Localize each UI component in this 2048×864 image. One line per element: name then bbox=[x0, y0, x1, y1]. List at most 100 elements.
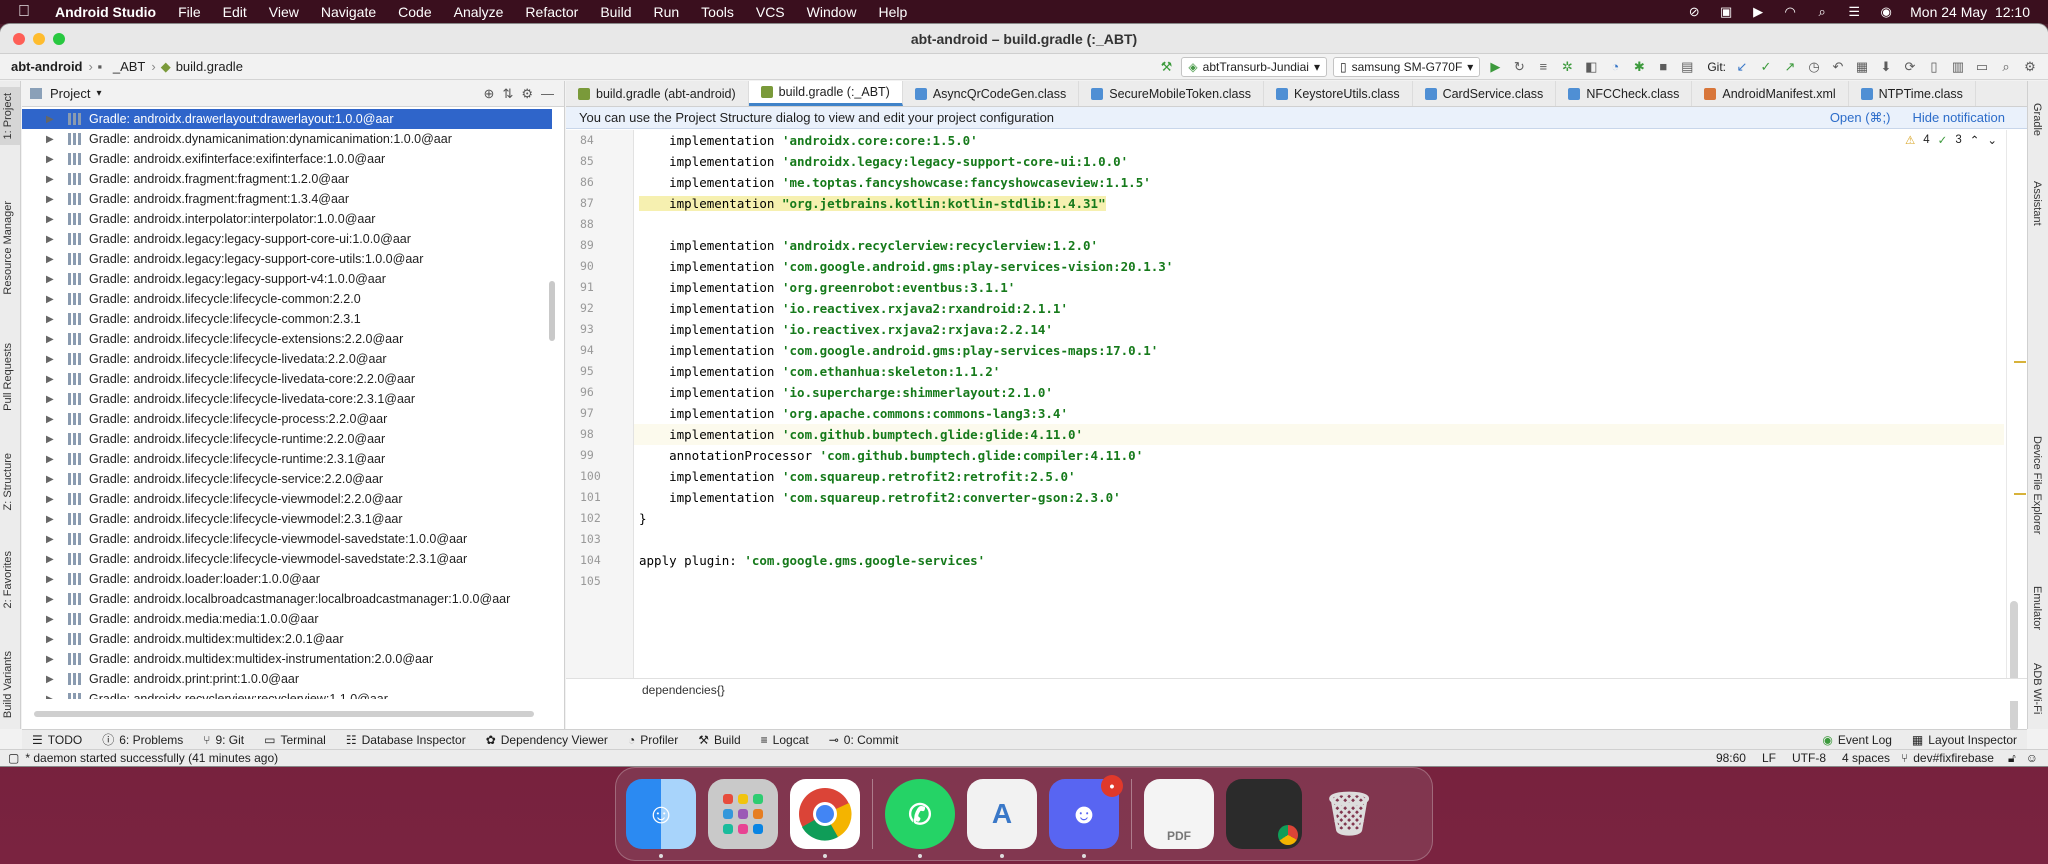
code-line[interactable]: } bbox=[634, 508, 2004, 529]
code-line[interactable]: implementation 'com.squareup.retrofit2:r… bbox=[634, 466, 2004, 487]
inspection-widget[interactable]: ⚠ 4 ✓ 3 ⌃ ⌄ bbox=[1905, 133, 1997, 147]
siri-icon[interactable]: ◉ bbox=[1878, 5, 1894, 19]
tree-item[interactable]: ▶ Gradle: androidx.legacy:legacy-support-… bbox=[22, 229, 552, 249]
apply-changes-icon[interactable]: ≡ bbox=[1534, 58, 1552, 76]
chevron-right-icon[interactable]: ▶ bbox=[46, 474, 60, 485]
tree-item[interactable]: ▶ Gradle: androidx.legacy:legacy-support-… bbox=[22, 269, 552, 289]
mute-icon[interactable]: ⊘ bbox=[1686, 5, 1702, 19]
screen-icon[interactable]: ▣ bbox=[1718, 5, 1734, 19]
attach-debugger-icon[interactable]: ✱ bbox=[1630, 58, 1648, 76]
code-line[interactable]: implementation 'com.google.android.gms:p… bbox=[634, 256, 2004, 277]
menu-file[interactable]: File bbox=[167, 4, 212, 20]
code-line[interactable]: implementation 'org.apache.commons:commo… bbox=[634, 403, 2004, 424]
play-icon[interactable]: ▶ bbox=[1750, 5, 1766, 19]
indent-setting[interactable]: 4 spaces bbox=[1834, 751, 1898, 765]
rollback-icon[interactable]: ↶ bbox=[1829, 58, 1847, 76]
close-window-button[interactable] bbox=[13, 33, 25, 45]
tree-item[interactable]: ▶ Gradle: androidx.exifinterface:exifinte… bbox=[22, 149, 552, 169]
profile-icon[interactable]: ◔ bbox=[1606, 58, 1624, 76]
tree-item[interactable]: ▶ Gradle: androidx.lifecycle:lifecycle-vi… bbox=[22, 489, 552, 509]
breadcrumb-module[interactable]: _ABT bbox=[107, 59, 152, 74]
chevron-right-icon[interactable]: ▶ bbox=[46, 434, 60, 445]
device-select[interactable]: ▯ samsung SM-G770F ▾ bbox=[1332, 56, 1481, 77]
collapse-all-icon[interactable]: ⇅ bbox=[502, 86, 513, 102]
project-structure-icon[interactable]: ▦ bbox=[1853, 58, 1871, 76]
file-encoding[interactable]: UTF-8 bbox=[1784, 751, 1834, 765]
tool-favorites[interactable]: 2: Favorites bbox=[2, 551, 14, 608]
tool-logcat[interactable]: ≡ Logcat bbox=[751, 733, 819, 747]
editor-tab[interactable]: KeystoreUtils.class bbox=[1264, 81, 1413, 106]
clock[interactable]: Mon 24 May 12:10 bbox=[1910, 4, 2030, 20]
menu-refactor[interactable]: Refactor bbox=[514, 4, 589, 20]
chevron-down-icon[interactable]: ⌄ bbox=[1987, 133, 1997, 147]
menu-tools[interactable]: Tools bbox=[690, 4, 745, 20]
tool-emulator[interactable]: Emulator bbox=[2031, 586, 2043, 630]
tree-item[interactable]: ▶ Gradle: androidx.lifecycle:lifecycle-co… bbox=[22, 309, 552, 329]
tree-item[interactable]: ▶ Gradle: androidx.lifecycle:lifecycle-ru… bbox=[22, 449, 552, 469]
chevron-right-icon[interactable]: ▶ bbox=[46, 154, 60, 165]
chevron-right-icon[interactable]: ▶ bbox=[46, 454, 60, 465]
menu-analyze[interactable]: Analyze bbox=[443, 4, 515, 20]
tree-item[interactable]: ▶ Gradle: androidx.multidex:multidex:2.0.… bbox=[22, 629, 552, 649]
chevron-right-icon[interactable]: ▶ bbox=[46, 194, 60, 205]
run-config-select[interactable]: ◈ abtTransurb-Jundiai ▾ bbox=[1181, 56, 1327, 77]
locate-icon[interactable]: ⊕ bbox=[484, 86, 495, 102]
android-studio-icon[interactable]: A bbox=[967, 779, 1037, 858]
editor-tab[interactable]: AsyncQrCodeGen.class bbox=[903, 81, 1080, 106]
tool-todo[interactable]: ☰ TODO bbox=[22, 733, 92, 747]
breadcrumb-project[interactable]: abt-android bbox=[0, 59, 89, 74]
status-message[interactable]: * daemon started successfully (41 minute… bbox=[25, 751, 278, 765]
git-update-icon[interactable]: ↙ bbox=[1733, 58, 1751, 76]
debug-icon[interactable]: ✲ bbox=[1558, 58, 1576, 76]
caret-position[interactable]: 98:60 bbox=[1708, 751, 1754, 765]
tree-item[interactable]: ▶ Gradle: androidx.interpolator:interpola… bbox=[22, 209, 552, 229]
avd-manager-icon[interactable]: ▯ bbox=[1925, 58, 1943, 76]
tree-item[interactable]: ▶ Gradle: androidx.lifecycle:lifecycle-li… bbox=[22, 349, 552, 369]
chevron-right-icon[interactable]: ▶ bbox=[46, 534, 60, 545]
menu-code[interactable]: Code bbox=[387, 4, 442, 20]
tree-item[interactable]: ▶ Gradle: androidx.lifecycle:lifecycle-ex… bbox=[22, 329, 552, 349]
error-stripe-mark[interactable] bbox=[2014, 361, 2026, 363]
editor-tab[interactable]: NFCCheck.class bbox=[1556, 81, 1693, 106]
chevron-right-icon[interactable]: ▶ bbox=[46, 274, 60, 285]
tree-hscrollbar[interactable] bbox=[34, 711, 534, 717]
chevron-right-icon[interactable]: ▶ bbox=[46, 354, 60, 365]
code-line[interactable]: implementation 'androidx.legacy:legacy-s… bbox=[634, 151, 2004, 172]
code-line[interactable] bbox=[634, 529, 2004, 550]
chevron-right-icon[interactable]: ▶ bbox=[46, 554, 60, 565]
tool-build-variants[interactable]: Build Variants bbox=[2, 651, 14, 718]
menu-window[interactable]: Window bbox=[796, 4, 868, 20]
menu-help[interactable]: Help bbox=[867, 4, 918, 20]
chevron-right-icon[interactable]: ▶ bbox=[46, 294, 60, 305]
tool-device-file-explorer[interactable]: Device File Explorer bbox=[2031, 436, 2043, 534]
tool-project[interactable]: 1: Project bbox=[2, 93, 14, 139]
tool-adb-wifi[interactable]: ADB Wi-Fi bbox=[2031, 663, 2043, 714]
chevron-right-icon[interactable]: ▶ bbox=[46, 614, 60, 625]
chevron-right-icon[interactable]: ▶ bbox=[46, 174, 60, 185]
git-push-icon[interactable]: ↗ bbox=[1781, 58, 1799, 76]
tool-build[interactable]: ⚒ Build bbox=[688, 733, 750, 747]
chevron-right-icon[interactable]: ▶ bbox=[46, 674, 60, 685]
tree-scrollbar[interactable] bbox=[549, 281, 555, 341]
open-project-structure-link[interactable]: Open (⌘;) bbox=[1830, 110, 1913, 126]
screenshot-thumbnail-icon[interactable] bbox=[1226, 779, 1302, 849]
smiley-icon[interactable]: ☺ bbox=[2022, 751, 2048, 765]
tool-assistant[interactable]: Assistant bbox=[2031, 181, 2043, 226]
menu-app-name[interactable]: Android Studio bbox=[44, 4, 167, 20]
launchpad-icon[interactable] bbox=[708, 779, 778, 849]
tool-resource-manager[interactable]: Resource Manager bbox=[2, 201, 14, 295]
chevron-right-icon[interactable]: ▶ bbox=[46, 694, 60, 700]
chevron-right-icon[interactable]: ▶ bbox=[46, 634, 60, 645]
editor-tab[interactable]: SecureMobileToken.class bbox=[1079, 81, 1264, 106]
tool-pull-requests[interactable]: Pull Requests bbox=[2, 343, 14, 411]
tree-item[interactable]: ▶ Gradle: androidx.multidex:multidex-inst… bbox=[22, 649, 552, 669]
editor-tab[interactable]: build.gradle (:_ABT) bbox=[748, 81, 903, 106]
tree-item[interactable]: ▶ Gradle: androidx.dynamicanimation:dynam… bbox=[22, 129, 552, 149]
tool-event-log[interactable]: ◉ Event Log bbox=[1812, 733, 1902, 747]
device-manager-icon[interactable]: ▥ bbox=[1949, 58, 1967, 76]
chrome-icon[interactable] bbox=[790, 779, 860, 858]
tool-layout-inspector[interactable]: ▦ Layout Inspector bbox=[1902, 733, 2027, 747]
menu-navigate[interactable]: Navigate bbox=[310, 4, 387, 20]
chevron-right-icon[interactable]: ▶ bbox=[46, 394, 60, 405]
tree-item[interactable]: ▶ Gradle: androidx.localbroadcastmanager:… bbox=[22, 589, 552, 609]
